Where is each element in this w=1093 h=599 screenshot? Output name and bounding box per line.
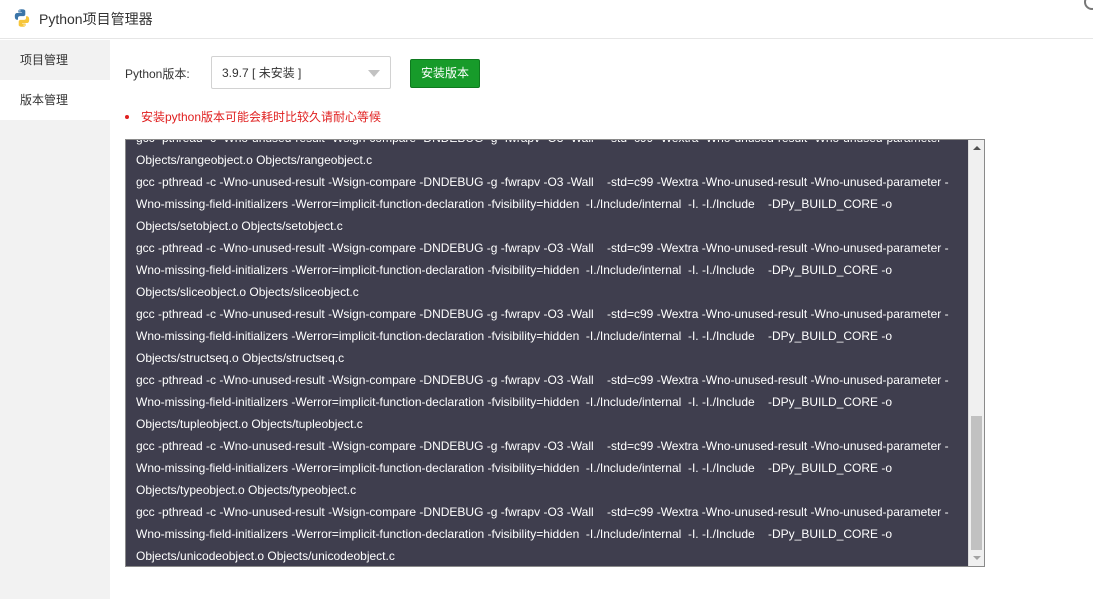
sidebar-item-version-management[interactable]: 版本管理 <box>0 80 110 120</box>
scroll-down-arrow-icon[interactable] <box>969 550 984 566</box>
log-line: Wno-missing-field-initializers -Werror=i… <box>136 329 893 343</box>
chevron-down-icon <box>368 70 380 77</box>
log-line: Objects/structseq.o Objects/structseq.c <box>136 351 345 365</box>
bullet-icon <box>125 114 129 119</box>
log-line: gcc -pthread -c -Wno-unused-result -Wsig… <box>136 505 949 519</box>
log-line: Wno-missing-field-initializers -Werror=i… <box>136 263 893 277</box>
log-line: Wno-missing-field-initializers -Werror=i… <box>136 527 893 541</box>
app-title: Python项目管理器 <box>39 11 153 27</box>
log-line: Objects/typeobject.o Objects/typeobject.… <box>136 483 357 497</box>
build-log-lines: gcc -pthread -c -Wno-unused-result -Wsig… <box>126 140 969 566</box>
log-line: Objects/tupleobject.o Objects/tupleobjec… <box>136 417 363 431</box>
sidebar-item-label: 版本管理 <box>20 93 69 107</box>
python-version-select[interactable]: 3.9.7 [ 未安装 ] <box>211 56 391 89</box>
log-line: Objects/unicodeobject.o Objects/unicodeo… <box>136 549 395 563</box>
log-scrollbar[interactable] <box>968 140 984 566</box>
python-version-label: Python版本: <box>125 67 190 81</box>
sidebar-item-label: 项目管理 <box>20 53 69 67</box>
sidebar: 项目管理 版本管理 <box>0 40 110 599</box>
log-line: Wno-missing-field-initializers -Werror=i… <box>136 395 893 409</box>
log-line: Objects/setobject.o Objects/setobject.c <box>136 219 343 233</box>
log-line: Wno-missing-field-initializers -Werror=i… <box>136 461 893 475</box>
log-line: gcc -pthread -c -Wno-unused-result -Wsig… <box>136 439 949 453</box>
log-line: gcc -pthread -c -Wno-unused-result -Wsig… <box>136 241 949 255</box>
version-management-panel: Python版本: 3.9.7 [ 未安装 ] 安装版本 安装python版本可… <box>110 40 1093 599</box>
scrollbar-thumb[interactable] <box>971 416 982 550</box>
log-line: Objects/sliceobject.o Objects/sliceobjec… <box>136 285 359 299</box>
log-line: Wno-missing-field-initializers -Werror=i… <box>136 197 893 211</box>
sidebar-item-project-management[interactable]: 项目管理 <box>0 40 110 80</box>
log-line: gcc -pthread -c -Wno-unused-result -Wsig… <box>136 140 969 149</box>
log-line: gcc -pthread -c -Wno-unused-result -Wsig… <box>136 373 949 387</box>
log-line: gcc -pthread -c -Wno-unused-result -Wsig… <box>136 175 949 189</box>
build-log-output[interactable]: gcc -pthread -c -Wno-unused-result -Wsig… <box>125 139 985 567</box>
python-logo-icon <box>14 9 30 27</box>
title-bar: Python项目管理器 <box>0 0 1093 39</box>
warning-text: 安装python版本可能会耗时比较久请耐心等候 <box>141 110 382 124</box>
selected-version-value: 3.9.7 [ 未安装 ] <box>222 66 302 80</box>
install-version-button[interactable]: 安装版本 <box>410 59 480 88</box>
scroll-up-arrow-icon[interactable] <box>969 140 984 156</box>
install-warning: 安装python版本可能会耗时比较久请耐心等候 <box>125 110 381 124</box>
log-line: Objects/rangeobject.o Objects/rangeobjec… <box>136 153 373 167</box>
log-line: gcc -pthread -c -Wno-unused-result -Wsig… <box>136 307 949 321</box>
